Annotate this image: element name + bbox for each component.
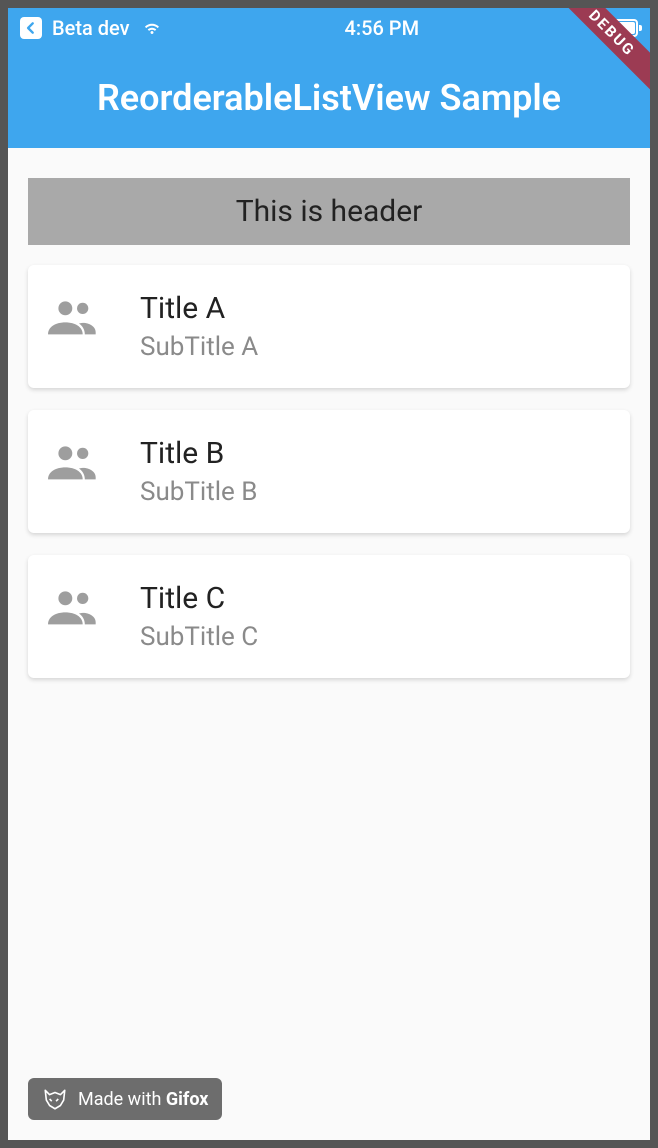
list-item-text: Title A SubTitle A bbox=[140, 291, 258, 362]
watermark-text: Made with Gifox bbox=[78, 1089, 208, 1110]
app-bar: ReorderableListView Sample bbox=[8, 48, 650, 148]
back-chevron-icon[interactable] bbox=[20, 17, 42, 39]
list-item-text: Title C SubTitle C bbox=[140, 581, 258, 652]
carrier-label: Beta dev bbox=[52, 16, 130, 40]
people-icon bbox=[48, 581, 100, 631]
list-item[interactable]: Title B SubTitle B bbox=[28, 410, 630, 533]
list-item-subtitle: SubTitle B bbox=[140, 477, 257, 507]
app-bar-title: ReorderableListView Sample bbox=[97, 77, 561, 119]
list-item-text: Title B SubTitle B bbox=[140, 436, 257, 507]
people-icon bbox=[48, 436, 100, 486]
list-item-title: Title B bbox=[140, 436, 257, 471]
list-item-subtitle: SubTitle C bbox=[140, 622, 258, 652]
fox-icon bbox=[42, 1086, 68, 1112]
list-header: This is header bbox=[28, 178, 630, 245]
status-bar: Beta dev 4:56 PM bbox=[8, 8, 650, 48]
content-area: This is header Title A SubTitle A Title … bbox=[8, 148, 650, 730]
status-bar-time: 4:56 PM bbox=[344, 16, 419, 40]
wifi-icon bbox=[140, 14, 164, 43]
gifox-watermark: Made with Gifox bbox=[28, 1078, 222, 1120]
list-item-subtitle: SubTitle A bbox=[140, 332, 258, 362]
status-bar-left: Beta dev bbox=[20, 14, 164, 43]
list-item[interactable]: Title A SubTitle A bbox=[28, 265, 630, 388]
list-item[interactable]: Title C SubTitle C bbox=[28, 555, 630, 678]
people-icon bbox=[48, 291, 100, 341]
list-body: Title A SubTitle A Title B SubTitle B bbox=[28, 265, 630, 678]
device-frame: DEBUG Beta dev 4:56 PM ReorderableListVi… bbox=[8, 8, 650, 1140]
list-item-title: Title A bbox=[140, 291, 258, 326]
list-item-title: Title C bbox=[140, 581, 258, 616]
